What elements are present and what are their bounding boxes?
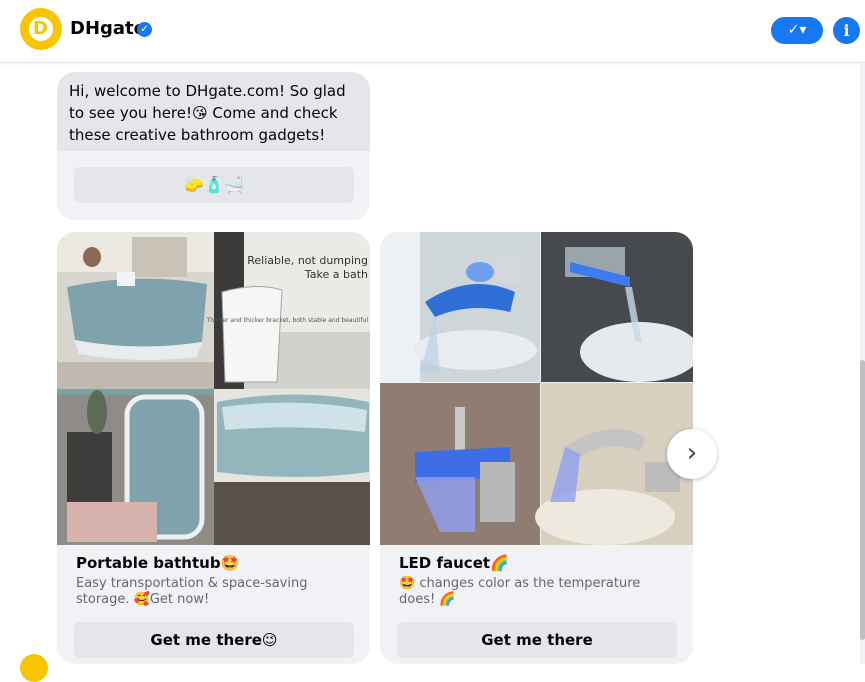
get-me-there-button[interactable]: Get me there😉	[74, 622, 354, 658]
image-caption-3: Thicker and thicker bracket, both stable…	[206, 317, 369, 324]
bathtub-product-image[interactable]: Reliable, not dumping Take a bath Thicke…	[57, 232, 370, 545]
page-title[interactable]: DHgate	[70, 18, 146, 39]
welcome-message-bubble: Hi, welcome to DHgate.com! So glad to se…	[57, 72, 370, 220]
image-caption-1: Reliable, not dumping	[247, 254, 368, 267]
product-subtitle: Easy transportation & space-saving stora…	[76, 576, 308, 607]
scrollbar-thumb[interactable]	[860, 360, 865, 640]
image-caption-2: Take a bath	[304, 268, 368, 281]
product-title: Portable bathtub🤩	[76, 554, 240, 572]
product-subtitle: 🤩 changes color as the temperature does!…	[399, 576, 641, 607]
led-faucet-product-image[interactable]	[380, 232, 693, 545]
get-me-there-button[interactable]: Get me there	[397, 622, 677, 658]
verified-badge-icon: ✓	[137, 22, 152, 37]
product-title: LED faucet🌈	[399, 554, 509, 572]
quick-reply-area: 🧽🧴🛁	[57, 151, 370, 220]
welcome-message-text: Hi, welcome to DHgate.com! So glad to se…	[69, 82, 346, 144]
logo-letter: D	[33, 18, 48, 39]
mark-done-button[interactable]: ✓▾	[771, 17, 823, 44]
product-card-led-faucet: LED faucet🌈 🤩 changes color as the tempe…	[380, 232, 693, 664]
info-icon[interactable]: i	[833, 17, 860, 44]
quick-reply-button[interactable]: 🧽🧴🛁	[74, 167, 354, 203]
carousel-next-icon[interactable]: ›	[667, 429, 717, 479]
chat-header: D DHgate ✓ ✓▾ i	[0, 0, 865, 63]
dhgate-logo-avatar[interactable]: D	[20, 8, 62, 50]
product-card-bathtub: Reliable, not dumping Take a bath Thicke…	[57, 232, 370, 664]
sender-avatar	[20, 654, 48, 682]
